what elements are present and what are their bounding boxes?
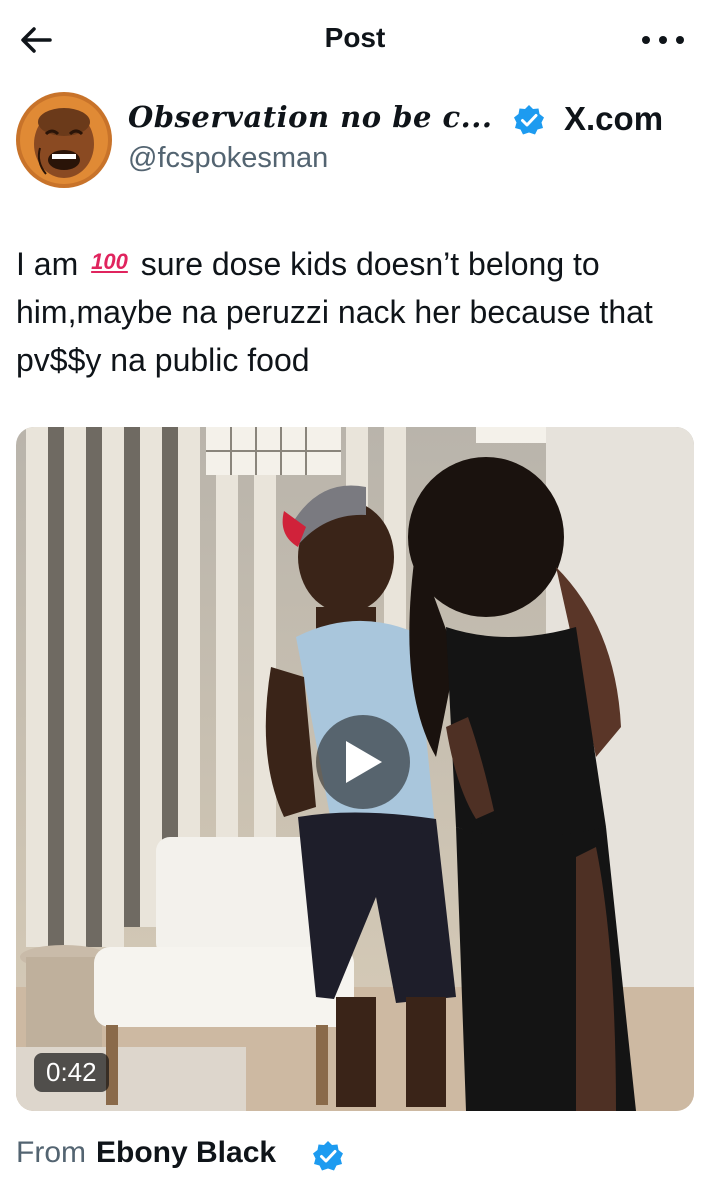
avatar[interactable] — [16, 92, 112, 188]
page-title: Post — [324, 22, 386, 53]
more-options-button[interactable] — [638, 22, 688, 58]
hundred-points-emoji: 100 — [91, 249, 128, 274]
verified-badge-icon — [313, 1141, 343, 1171]
video-player[interactable]: 0:42 — [16, 427, 694, 1111]
verified-badge-icon — [514, 105, 544, 135]
video-source-attribution: From Ebony Black — [16, 1136, 276, 1170]
source-account-name[interactable]: Ebony Black — [96, 1136, 276, 1169]
source-prefix: From — [16, 1136, 86, 1169]
site-watermark: X.com — [564, 100, 664, 137]
top-bar: Post — [0, 0, 710, 80]
author-display-name[interactable]: Observation no be c... — [128, 100, 492, 134]
video-duration-badge: 0:42 — [34, 1053, 109, 1092]
author-handle[interactable]: @fcspokesman — [128, 142, 328, 175]
post-text-start: I am — [16, 246, 79, 282]
play-icon — [346, 741, 382, 783]
play-button[interactable] — [316, 715, 410, 809]
more-options-icon — [642, 36, 684, 44]
post-text: I am 100 sure dose kids doesn’t belong t… — [16, 238, 696, 384]
post-author: Observation no be c... X.com @fcspokesma… — [16, 92, 696, 192]
